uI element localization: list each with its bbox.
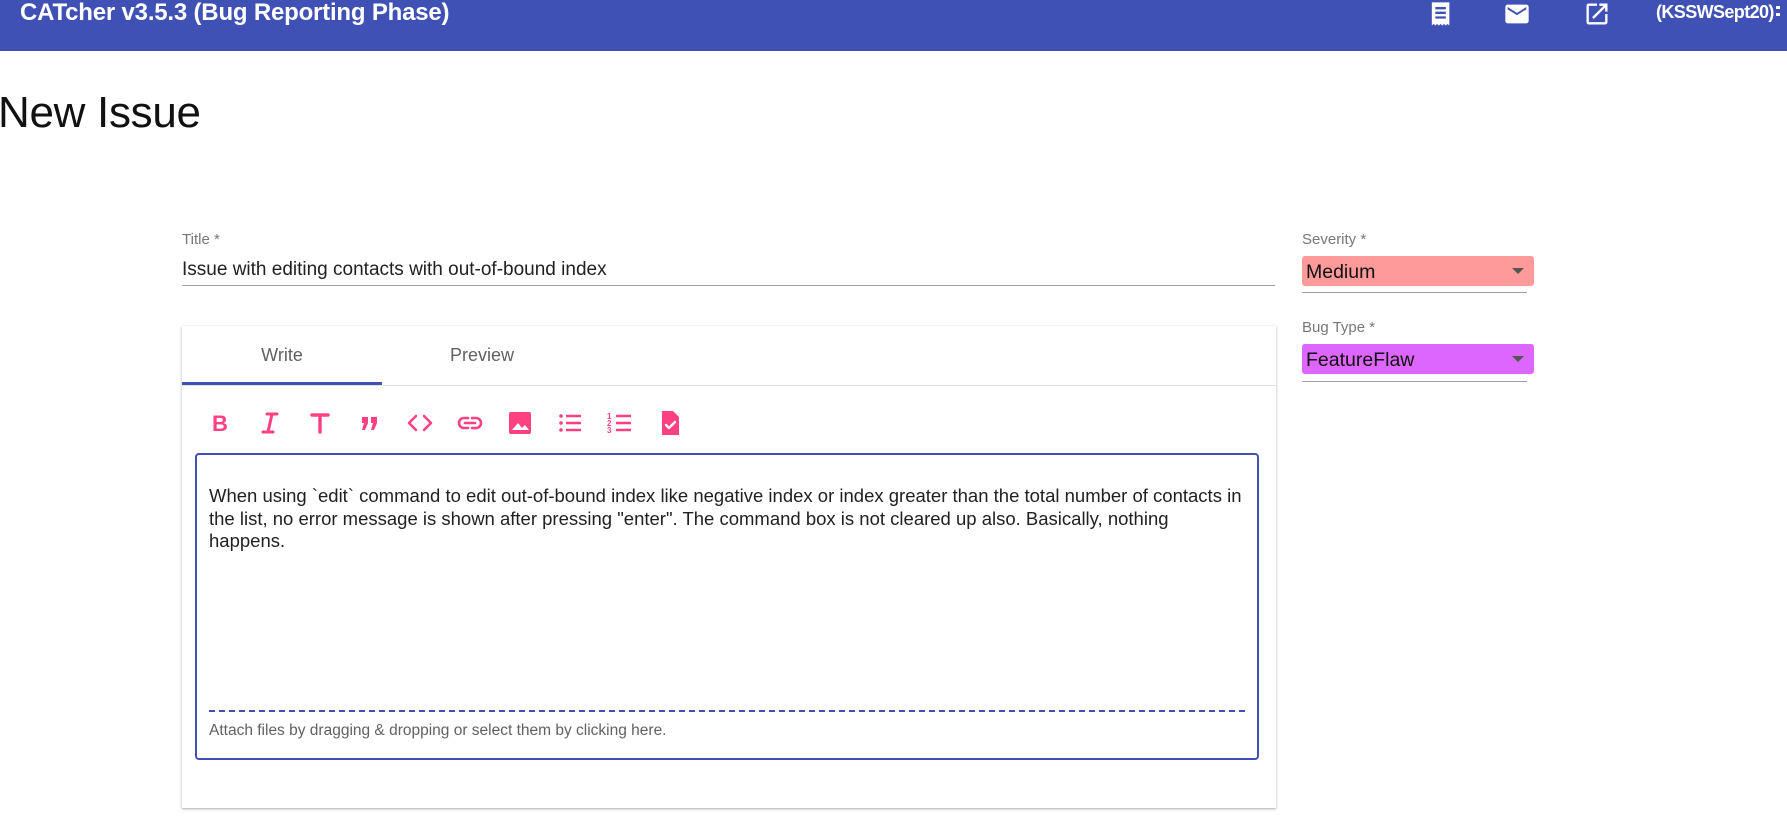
title-label: Title * bbox=[182, 231, 220, 248]
severity-value: Medium bbox=[1306, 261, 1376, 283]
open-in-new-icon[interactable] bbox=[1583, 0, 1611, 28]
title-input[interactable] bbox=[182, 255, 1275, 286]
active-tab-indicator bbox=[182, 382, 382, 385]
bug-type-label: Bug Type * bbox=[1302, 319, 1376, 336]
page-title: New Issue bbox=[0, 88, 201, 137]
chevron-down-icon bbox=[1512, 268, 1524, 274]
svg-text:3: 3 bbox=[607, 426, 612, 435]
code-icon[interactable] bbox=[405, 408, 435, 438]
link-icon[interactable] bbox=[455, 408, 485, 438]
bug-type-select[interactable]: FeatureFlaw bbox=[1302, 344, 1534, 374]
severity-select[interactable]: Medium bbox=[1302, 256, 1534, 286]
description-editor: When using `edit` command to edit out-of… bbox=[195, 453, 1259, 760]
bold-icon[interactable]: B bbox=[205, 408, 235, 438]
bug-type-value: FeatureFlaw bbox=[1306, 349, 1415, 371]
more-vert-icon[interactable] bbox=[1776, 4, 1787, 20]
chevron-down-icon bbox=[1512, 356, 1524, 362]
tab-write[interactable]: Write bbox=[182, 326, 382, 385]
severity-underline bbox=[1302, 292, 1527, 293]
italic-icon[interactable] bbox=[255, 408, 285, 438]
mail-icon[interactable] bbox=[1503, 0, 1531, 28]
app-title: CATcher v3.5.3 (Bug Reporting Phase) bbox=[20, 0, 450, 26]
image-icon[interactable] bbox=[505, 408, 535, 438]
task-list-icon[interactable] bbox=[655, 408, 685, 438]
header-icon[interactable] bbox=[305, 408, 335, 438]
editor-tabs: Write Preview bbox=[182, 326, 1276, 386]
bulleted-list-icon[interactable] bbox=[555, 408, 585, 438]
svg-text:B: B bbox=[212, 411, 228, 436]
description-textarea[interactable]: When using `edit` command to edit out-of… bbox=[209, 485, 1243, 685]
attach-files-hint[interactable]: Attach files by dragging & dropping or s… bbox=[209, 722, 667, 740]
receipt-icon[interactable] bbox=[1426, 0, 1454, 28]
attachment-divider bbox=[209, 710, 1245, 712]
description-card: Write Preview B 123 When using `edit` co… bbox=[182, 326, 1276, 808]
tab-preview[interactable]: Preview bbox=[382, 326, 582, 385]
top-app-bar: CATcher v3.5.3 (Bug Reporting Phase) (KS… bbox=[0, 0, 1787, 51]
severity-label: Severity * bbox=[1302, 231, 1367, 248]
user-label: (KSSWSept20) bbox=[1656, 2, 1774, 22]
numbered-list-icon[interactable]: 123 bbox=[605, 408, 635, 438]
quote-icon[interactable] bbox=[355, 408, 385, 438]
bug-type-underline bbox=[1302, 381, 1527, 382]
